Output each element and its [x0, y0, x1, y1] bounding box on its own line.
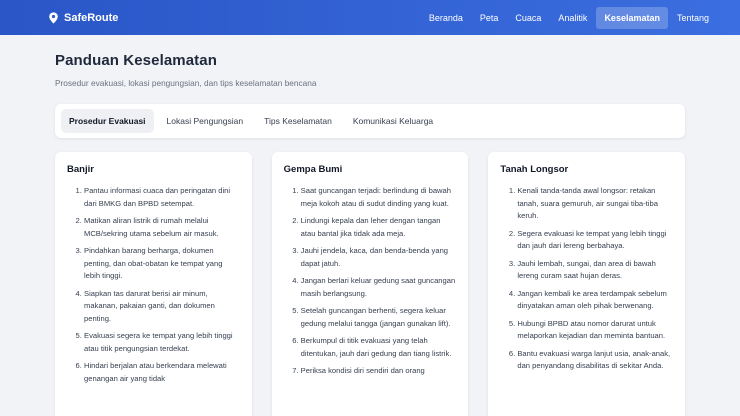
nav-links: Beranda Peta Cuaca Analitik Keselamatan …: [420, 6, 740, 29]
tab-komunikasi-keluarga[interactable]: Komunikasi Keluarga: [345, 109, 441, 133]
list-item: Saat guncangan terjadi: berlindung di ba…: [301, 185, 457, 210]
top-navbar: SafeRoute Beranda Peta Cuaca Analitik Ke…: [0, 0, 740, 35]
tab-lokasi-pengungsian[interactable]: Lokasi Pengungsian: [159, 109, 252, 133]
list-item: Hubungi BPBD atau nomor darurat untuk me…: [517, 318, 673, 343]
page-title: Panduan Keselamatan: [55, 52, 217, 69]
list-item: Jangan kembali ke area terdampak sebelum…: [517, 288, 673, 313]
card-title: Banjir: [67, 164, 94, 175]
list-item: Segera evakuasi ke tempat yang lebih tin…: [517, 228, 673, 253]
list-item: Matikan aliran listrik di rumah melalui …: [84, 215, 240, 240]
main-content: Panduan Keselamatan Prosedur evakuasi, l…: [55, 52, 686, 416]
list-item: Lindungi kepala dan leher dengan tangan …: [301, 215, 457, 240]
nav-link-analitik[interactable]: Analitik: [550, 7, 595, 29]
list-item: Periksa kondisi diri sendiri dan orang: [301, 365, 457, 378]
list-item: Pantau informasi cuaca dan peringatan di…: [84, 185, 240, 210]
nav-link-peta[interactable]: Peta: [472, 7, 507, 29]
brand-logo[interactable]: SafeRoute: [48, 12, 118, 24]
card-title: Gempa Bumi: [283, 164, 343, 175]
procedure-list: Pantau informasi cuaca dan peringatan di…: [67, 185, 240, 385]
nav-link-beranda[interactable]: Beranda: [421, 7, 471, 29]
list-item: Evakuasi segera ke tempat yang lebih tin…: [84, 330, 240, 355]
list-item: Siapkan tas darurat berisi air minum, ma…: [84, 288, 240, 326]
list-item: Jauhi jendela, kaca, dan benda-benda yan…: [301, 245, 457, 270]
tab-prosedur-evakuasi[interactable]: Prosedur Evakuasi: [61, 109, 154, 133]
list-item: Pindahkan barang berharga, dokumen penti…: [84, 245, 240, 283]
list-item: Jangan berlari keluar gedung saat guncan…: [301, 275, 457, 300]
nav-link-cuaca[interactable]: Cuaca: [507, 7, 549, 29]
brand-name: SafeRoute: [64, 11, 119, 24]
list-item: Hindari berjalan atau berkendara melewat…: [84, 360, 240, 385]
card-tanah-longsor: Tanah Longsor Kenali tanda-tanda awal lo…: [488, 152, 686, 416]
card-title: Tanah Longsor: [500, 164, 569, 175]
procedure-list: Saat guncangan terjadi: berlindung di ba…: [284, 185, 457, 378]
list-item: Kenali tanda-tanda awal longsor: retakan…: [517, 185, 673, 223]
list-item: Setelah guncangan berhenti, segera kelua…: [301, 305, 457, 330]
procedure-list: Kenali tanda-tanda awal longsor: retakan…: [500, 185, 673, 373]
nav-link-tentang[interactable]: Tentang: [669, 7, 717, 29]
tab-tips-keselamatan[interactable]: Tips Keselamatan: [256, 109, 340, 133]
map-pin-icon: [49, 11, 58, 24]
list-item: Berkumpul di titik evakuasi yang telah d…: [301, 335, 457, 360]
nav-link-keselamatan[interactable]: Keselamatan: [596, 6, 668, 29]
list-item: Jauhi lembah, sungai, dan area di bawah …: [517, 258, 673, 283]
procedure-cards: Banjir Pantau informasi cuaca dan pering…: [55, 152, 686, 416]
list-item: Bantu evakuasi warga lanjut usia, anak-a…: [517, 348, 673, 373]
card-banjir: Banjir Pantau informasi cuaca dan pering…: [55, 152, 252, 416]
card-gempa-bumi: Gempa Bumi Saat guncangan terjadi: berli…: [271, 152, 469, 416]
tab-bar: Prosedur Evakuasi Lokasi Pengungsian Tip…: [55, 104, 685, 138]
page-subtitle: Prosedur evakuasi, lokasi pengungsian, d…: [55, 78, 317, 88]
